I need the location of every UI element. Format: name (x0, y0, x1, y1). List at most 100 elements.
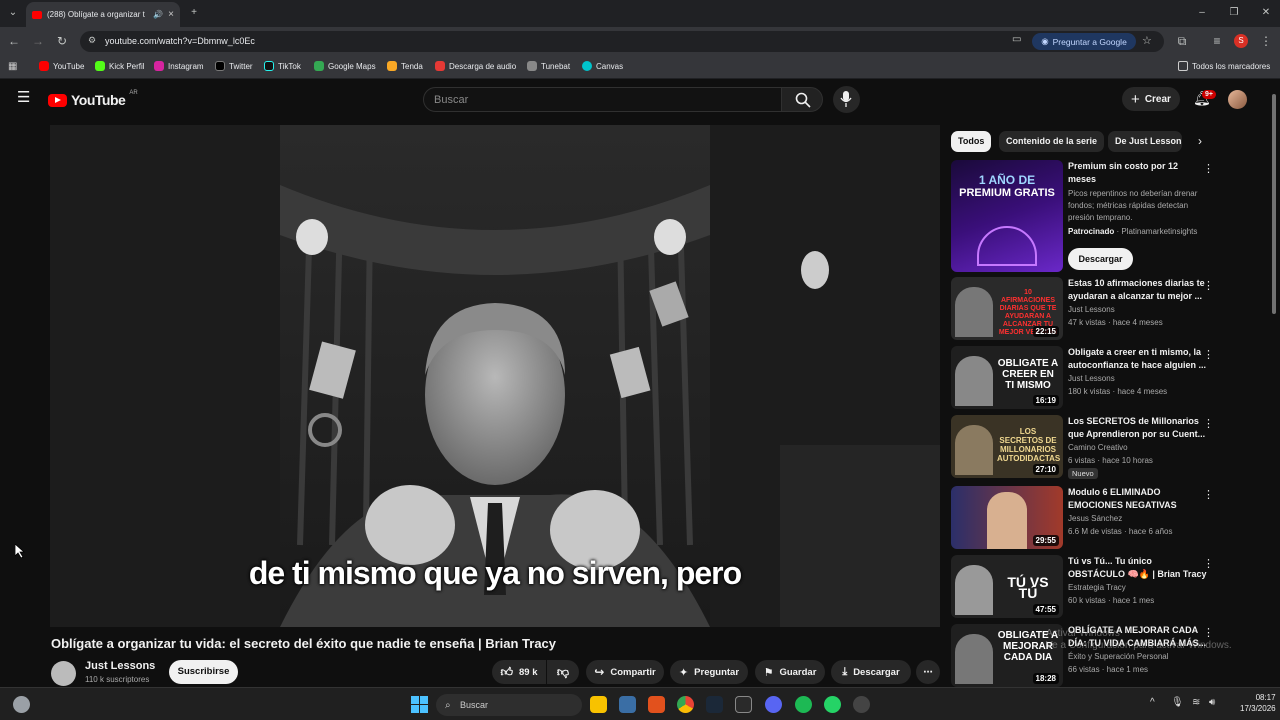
more-vert-icon[interactable]: ⋮ (1203, 557, 1214, 570)
profile-avatar[interactable]: S (1234, 34, 1248, 48)
video-thumbnail[interactable]: 10 AFIRMACIONES DIARIAS QUE TE AYUDARAN … (951, 277, 1063, 340)
download-button[interactable]: ⤓ Descargar (831, 660, 911, 684)
duration-badge: 18:28 (1032, 673, 1059, 684)
bookmark-kick[interactable]: Kick Perfil (95, 61, 145, 71)
like-button[interactable]: 👍︎ 89 k (492, 660, 546, 684)
microphone-tray-icon[interactable]: 🎙︎ (1171, 697, 1184, 708)
sparkle-icon: ✦ (678, 666, 689, 679)
site-info-icon[interactable]: ⚙ (88, 35, 96, 46)
search-button[interactable] (781, 87, 823, 112)
video-thumbnail[interactable]: OBLIGATE A CREER EN TI MISMO 16:19 (951, 346, 1063, 409)
video-thumbnail[interactable]: LOS SECRETOS DE MILLONARIOS AUTODIDACTAS… (951, 415, 1063, 478)
close-window-button[interactable]: ✕ (1259, 6, 1273, 20)
voice-search-button[interactable] (833, 86, 860, 113)
channel-avatar[interactable] (51, 661, 76, 686)
chrome-icon[interactable] (677, 696, 694, 713)
channel-name: Camino Creativo (1068, 443, 1128, 452)
save-button[interactable]: ⚑ Guardar (755, 660, 825, 684)
bookmark-tiktok[interactable]: TikTok (264, 61, 301, 71)
cast-icon[interactable]: ▭ (1012, 34, 1021, 45)
dislike-button[interactable]: 👎︎ (547, 660, 579, 684)
ask-button[interactable]: ✦ Preguntar (670, 660, 748, 684)
more-horizontal-icon: ⋯ (923, 666, 933, 678)
bookmark-descarga-audio[interactable]: Descarga de audio (435, 61, 516, 71)
ad-cta-button[interactable]: Descargar (1068, 248, 1133, 270)
close-tab-icon[interactable]: × (168, 9, 174, 20)
more-vert-icon[interactable]: ⋮ (1203, 417, 1214, 430)
steam-icon[interactable] (706, 696, 723, 713)
chip-channel[interactable]: De Just Lessons (1108, 131, 1182, 152)
speaker-icon[interactable]: 🔊 (153, 10, 163, 19)
more-vert-icon[interactable]: ⋮ (1203, 488, 1214, 501)
show-hidden-icons-chevron-icon[interactable]: ^ (1150, 697, 1155, 708)
more-vert-icon[interactable]: ⋮ (1203, 348, 1214, 361)
bookmark-twitter[interactable]: Twitter (215, 61, 253, 71)
whatsapp-icon[interactable] (824, 696, 841, 713)
channel-name[interactable]: Just Lessons (85, 660, 155, 672)
file-explorer-icon[interactable] (590, 696, 607, 713)
tab-search-icon[interactable]: ⌄ (6, 6, 20, 20)
subscribe-button[interactable]: Suscribirse (169, 660, 238, 684)
video-thumbnail[interactable]: 29:55 (951, 486, 1063, 549)
wifi-icon[interactable]: ≋ (1192, 697, 1200, 708)
more-actions-button[interactable]: ⋯ (916, 660, 940, 684)
windows-activation-watermark: Activar Windows Ve a Configuración para … (1046, 628, 1232, 651)
more-vert-icon[interactable]: ⋮ (1203, 162, 1214, 175)
browser-tab[interactable]: (288) Oblígate a organizar t 🔊 × (26, 2, 180, 27)
share-icon: ↪ (594, 665, 605, 679)
address-bar[interactable]: ⚙ youtube.com/watch?v=Dbmnw_lc0Ec ▭ ◉ Pr… (80, 31, 1164, 52)
back-icon[interactable]: ← (6, 33, 22, 49)
media-control-icon[interactable]: ≡ (1209, 33, 1225, 49)
brave-icon[interactable] (648, 696, 665, 713)
account-avatar[interactable] (1228, 90, 1247, 109)
reload-icon[interactable]: ↻ (54, 33, 70, 49)
spotify-icon[interactable] (795, 696, 812, 713)
apps-grid-icon[interactable]: ▦ (8, 61, 17, 72)
bookmark-tenda[interactable]: Tenda (387, 61, 423, 71)
app-icon[interactable] (853, 696, 870, 713)
url-text: youtube.com/watch?v=Dbmnw_lc0Ec (105, 36, 255, 46)
ask-google-label: Preguntar a Google (1052, 36, 1127, 47)
weather-widget-icon[interactable] (13, 696, 30, 713)
minimize-button[interactable]: – (1195, 6, 1209, 20)
search-input[interactable]: Buscar (423, 87, 782, 112)
extensions-icon[interactable]: ⧉ (1174, 33, 1190, 49)
bookmark-tunebat[interactable]: Tunebat (527, 61, 570, 71)
bookmark-youtube[interactable]: YouTube (39, 61, 84, 71)
epic-games-icon[interactable] (735, 696, 752, 713)
video-thumbnail[interactable]: TÚ VS TÚ 47:55 (951, 555, 1063, 618)
ad-thumbnail[interactable]: 1 AÑO DE PREMIUM GRATIS (951, 160, 1063, 272)
discord-icon[interactable] (765, 696, 782, 713)
clock[interactable]: 08:17 17/3/2026 (1240, 692, 1276, 714)
video-title: Obligate a creer en ti mismo, la autocon… (1068, 347, 1207, 370)
chip-series[interactable]: Contenido de la serie (999, 131, 1105, 152)
bookmark-instagram[interactable]: Instagram (154, 61, 204, 71)
windows-start-icon[interactable] (411, 696, 428, 713)
ask-google-button[interactable]: ◉ Preguntar a Google (1032, 33, 1136, 50)
chevron-right-icon[interactable]: › (1198, 134, 1202, 148)
store-icon[interactable] (619, 696, 636, 713)
duration-badge: 16:19 (1032, 395, 1059, 406)
bookmark-google-maps[interactable]: Google Maps (314, 61, 376, 71)
more-vert-icon[interactable]: ⋮ (1203, 279, 1214, 292)
volume-icon[interactable]: 🔊︎ (1209, 697, 1215, 708)
page-scrollbar[interactable] (1272, 94, 1276, 314)
video-player[interactable]: de ti mismo que ya no sirven, pero (50, 125, 940, 627)
advertiser-name: Platinamarketinsights (1121, 227, 1198, 236)
bookmarks-bar: ▦ YouTube Kick Perfil Instagram Twitter … (0, 55, 1280, 79)
bookmark-canvas[interactable]: Canvas (582, 61, 623, 71)
youtube-logo[interactable]: YouTube AR (48, 90, 138, 108)
browser-menu-icon[interactable]: ⋮ (1258, 33, 1274, 49)
restore-button[interactable]: ❐ (1227, 6, 1241, 20)
share-button[interactable]: ↪ Compartir (586, 660, 664, 684)
taskbar-search-input[interactable]: Buscar (436, 694, 582, 716)
all-bookmarks-folder[interactable]: Todos los marcadores (1178, 61, 1270, 71)
chip-todos[interactable]: Todos (951, 131, 992, 152)
forward-icon[interactable]: → (30, 33, 46, 49)
hamburger-menu-icon[interactable]: ☰ (17, 90, 30, 105)
new-tab-button[interactable]: + (187, 6, 201, 20)
video-meta: 6.6 M de vistas · hace 6 años (1068, 527, 1173, 536)
video-meta: 47 k vistas · hace 4 meses (1068, 318, 1163, 327)
create-button[interactable]: + Crear (1122, 87, 1180, 111)
bookmark-star-icon[interactable]: ☆ (1142, 34, 1152, 47)
